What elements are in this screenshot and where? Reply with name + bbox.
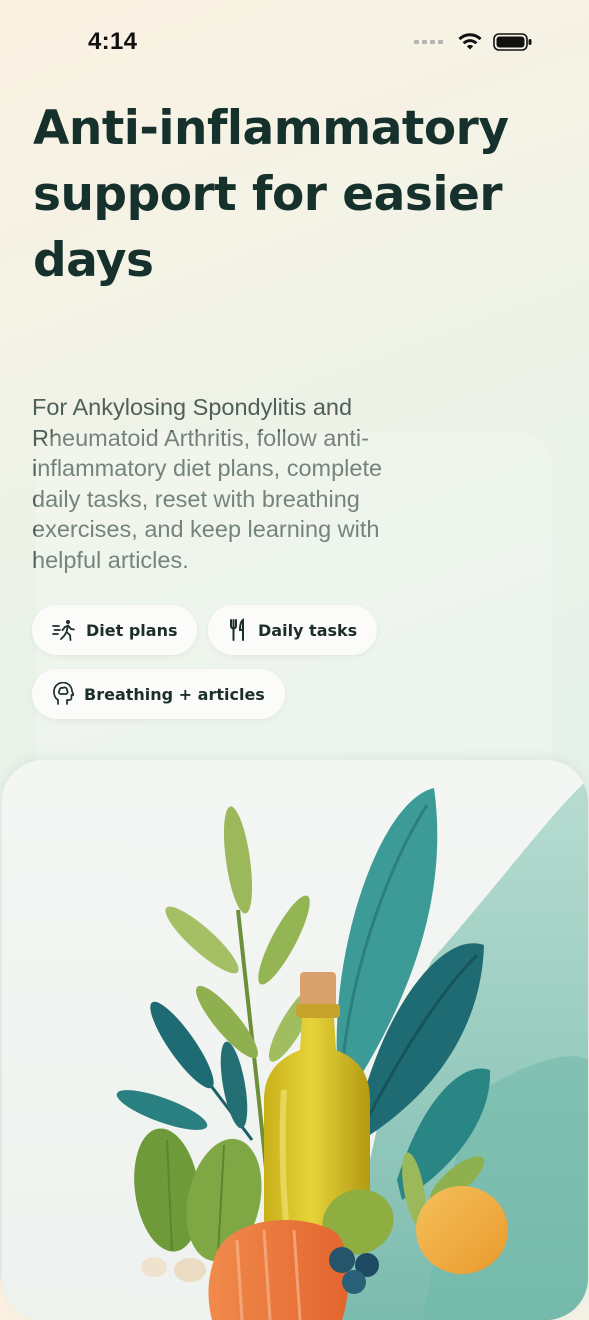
battery-icon <box>493 33 532 51</box>
feature-chip-breathing-articles: Breathing + articles <box>32 669 285 719</box>
feature-chip-daily-tasks: Daily tasks <box>208 605 378 655</box>
fork-knife-icon <box>230 618 244 641</box>
feature-chip-diet-plans: Diet plans <box>32 605 198 655</box>
status-icons <box>414 32 533 52</box>
head-brain-icon <box>53 682 74 705</box>
wifi-icon <box>458 33 482 50</box>
hero-illustration <box>2 760 588 1320</box>
olive-oil-illustration <box>116 780 588 1320</box>
running-person-icon <box>52 620 75 641</box>
page-title: Anti-inflammatory support for easier day… <box>33 101 509 288</box>
cellular-signal-icon <box>414 40 443 44</box>
feature-chip-label: Breathing + articles <box>84 684 265 704</box>
feature-chip-label: Diet plans <box>86 620 178 640</box>
status-time: 4:14 <box>88 28 138 55</box>
feature-chip-label: Daily tasks <box>258 620 358 640</box>
